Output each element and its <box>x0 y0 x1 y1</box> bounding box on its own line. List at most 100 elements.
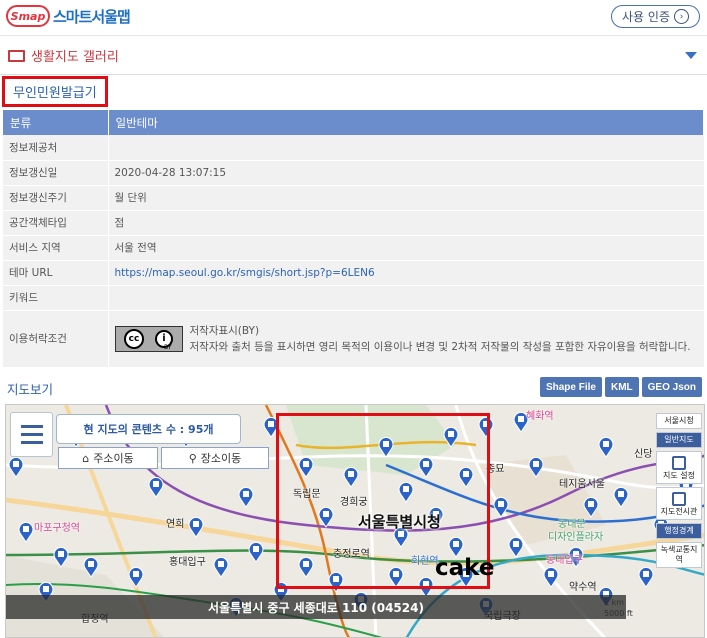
menu-button[interactable] <box>10 412 53 457</box>
map-label: 동대입구 <box>546 555 583 566</box>
kiosk-marker-icon[interactable] <box>188 516 204 538</box>
map-label: 디자인플라자 <box>548 532 604 543</box>
cake-overlay-text: cake <box>435 555 495 581</box>
table-row: 정보제공처 <box>3 135 704 161</box>
row-value <box>108 135 704 161</box>
map-section-label: 지도보기 <box>7 382 54 397</box>
table-row: 정보갱신주기 월 단위 <box>3 185 704 211</box>
row-value: 2020-04-28 13:07:15 <box>108 160 704 186</box>
kiosk-marker-icon[interactable] <box>238 486 254 508</box>
scale-km: 1 km <box>604 598 625 607</box>
license-text: 저작자표시(BY) 저작자와 출처 등을 표시하면 영리 목적의 이용이나 변경… <box>190 323 691 355</box>
kiosk-marker-icon[interactable] <box>8 456 24 478</box>
general-map-button[interactable]: 일반지도 <box>656 432 702 448</box>
row-key: 정보제공처 <box>3 135 109 161</box>
row-value: cc i BY 저작자표시(BY) 저작자와 출처 등을 표시하면 영리 목적의… <box>108 310 704 368</box>
chevron-down-icon[interactable] <box>685 52 697 59</box>
home-icon: ⌂ <box>82 451 90 465</box>
address-bar: 서울특별시 중구 세종대로 110 (04524) <box>6 595 626 619</box>
kiosk-marker-icon[interactable] <box>213 556 229 578</box>
geojson-button[interactable]: GEO Json <box>641 377 702 397</box>
table-row: 키워드 <box>3 285 704 311</box>
auth-button[interactable]: 사용 인증 › <box>611 5 700 28</box>
logo-text: 스마트서울맵 <box>53 7 131 26</box>
table-row: 정보갱신일 2020-04-28 13:07:15 <box>3 160 704 186</box>
gallery-bar[interactable]: 생활지도 갤러리 <box>0 37 707 75</box>
license-title: 저작자표시(BY) <box>189 324 260 337</box>
move-buttons: ⌂ 주소이동 ⚲ 장소이동 <box>58 447 269 469</box>
place-move-button[interactable]: ⚲ 장소이동 <box>161 447 269 469</box>
kiosk-marker-icon[interactable] <box>18 521 34 543</box>
cc-by-badge: cc i BY <box>114 325 183 352</box>
app-logo[interactable]: Smap 스마트서울맵 <box>6 5 131 27</box>
theme-title: 무인민원발급기 <box>2 76 108 107</box>
kiosk-marker-icon[interactable] <box>53 546 69 568</box>
header-key: 분류 <box>3 110 109 135</box>
kiosk-marker-icon[interactable] <box>248 541 264 563</box>
shapefile-button[interactable]: Shape File <box>539 377 602 397</box>
row-value: 점 <box>108 210 704 236</box>
row-key: 정보갱신주기 <box>3 185 109 211</box>
map-label: 테지움서울 <box>559 479 605 490</box>
top-bar: Smap 스마트서울맵 사용 인증 › <box>0 0 707 36</box>
kiosk-marker-icon[interactable] <box>598 436 614 458</box>
kiosk-marker-icon[interactable] <box>148 476 164 498</box>
map-settings-button[interactable]: 지도 설정 <box>656 451 702 484</box>
settings-icon <box>672 456 686 470</box>
kml-button[interactable]: KML <box>604 377 639 397</box>
kiosk-marker-icon[interactable] <box>128 566 144 588</box>
place-move-label: 장소이동 <box>200 452 242 465</box>
license-info: cc i BY 저작자표시(BY) 저작자와 출처 등을 표시하면 영리 목적의… <box>114 323 704 355</box>
address-move-label: 주소이동 <box>93 452 134 465</box>
row-key: 공간객체타입 <box>3 210 109 236</box>
auth-button-label: 사용 인증 <box>622 10 670 24</box>
content-count: 현 지도의 콘텐츠 수 : 95개 <box>56 414 241 444</box>
admin-boundary-button[interactable]: 행정경계 <box>656 523 702 539</box>
row-value: 서울 전역 <box>108 235 704 261</box>
table-row: 공간객체타입 점 <box>3 210 704 236</box>
cc-icon: cc <box>124 328 144 349</box>
row-key: 테마 URL <box>3 260 109 286</box>
map-settings-label: 지도 설정 <box>663 471 695 480</box>
row-value: https://map.seoul.go.kr/smgis/short.jsp?… <box>108 260 704 286</box>
map-scale: 1 km 5000 ft <box>604 597 633 619</box>
table-row-license: 이용허락조건 cc i BY 저작자표시(BY) 저작자와 출처 등을 표시하면… <box>3 310 704 368</box>
green-area-button[interactable]: 녹색교통지역 <box>656 542 702 568</box>
map-side-panel: 서울시청 일반지도 지도 설정 지도전시관 행정경계 녹색교통지역 <box>656 413 702 568</box>
row-value: 월 단위 <box>108 185 704 211</box>
table-row: 서비스 지역 서울 전역 <box>3 235 704 261</box>
map-label: 약수역 <box>569 582 597 593</box>
download-buttons: Shape File KML GEO Json <box>539 377 702 397</box>
kiosk-marker-icon[interactable] <box>638 566 654 588</box>
logo-badge: Smap <box>6 5 50 27</box>
map-label: 연희 <box>166 519 185 530</box>
table-row: 테마 URL https://map.seoul.go.kr/smgis/sho… <box>3 260 704 286</box>
kiosk-marker-icon[interactable] <box>508 536 524 558</box>
theme-info-table: 분류 일반테마 정보제공처 정보갱신일 2020-04-28 13:07:15 … <box>3 110 704 368</box>
map-view[interactable]: 현 지도의 콘텐츠 수 : 95개 ⌂ 주소이동 ⚲ 장소이동 독립문 경희궁 … <box>5 404 705 638</box>
map-label: 혜화역 <box>526 411 554 422</box>
map-exhibit-label: 지도전시관 <box>660 507 698 516</box>
row-value <box>108 285 704 311</box>
table-header-row: 분류 일반테마 <box>3 110 704 135</box>
row-key: 키워드 <box>3 285 109 311</box>
kiosk-marker-icon[interactable] <box>613 486 629 508</box>
license-desc: 저작자와 출처 등을 표시하면 영리 목적의 이용이나 변경 및 2차적 저작물… <box>189 340 691 353</box>
map-label: 신당 <box>634 449 653 460</box>
row-key: 정보갱신일 <box>3 160 109 186</box>
map-label: 마포구청역 <box>34 523 80 534</box>
map-exhibit-button[interactable]: 지도전시관 <box>656 487 702 520</box>
row-key: 서비스 지역 <box>3 235 109 261</box>
theme-url-link[interactable]: https://map.seoul.go.kr/smgis/short.jsp?… <box>115 267 375 279</box>
gallery-icon <box>8 49 25 62</box>
map-label: 홍대입구 <box>169 557 206 568</box>
cc-label: BY <box>164 343 172 351</box>
menu-bar <box>20 425 43 428</box>
menu-bar <box>20 433 43 436</box>
scale-ft: 5000 ft <box>604 609 633 618</box>
chevron-right-icon: › <box>674 9 689 24</box>
gallery-icon <box>672 492 686 506</box>
header-value: 일반테마 <box>108 110 704 135</box>
seoul-map-button[interactable]: 서울시청 <box>656 413 702 429</box>
address-move-button[interactable]: ⌂ 주소이동 <box>58 447 158 469</box>
